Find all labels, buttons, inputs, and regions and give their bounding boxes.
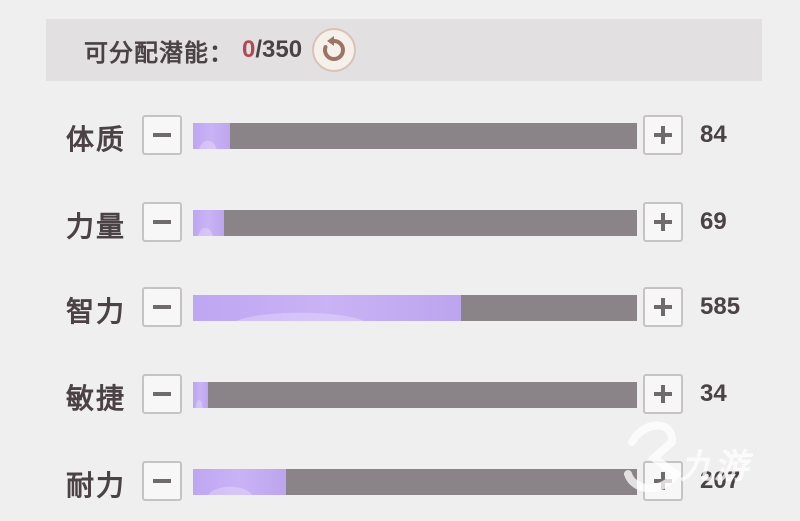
stat-row-endurance: 耐力 207 [0,459,800,505]
stat-name: 体质 [66,124,127,155]
plus-icon [654,385,672,403]
stat-bar [193,382,637,408]
stat-value: 34 [700,380,727,407]
potential-current: 0 [242,36,256,63]
stat-value: 84 [700,121,727,148]
stat-bar-fill [193,295,461,321]
stat-row-constitution: 体质 84 [0,113,800,159]
increase-button[interactable] [643,461,683,501]
decrease-button[interactable] [142,287,182,327]
plus-icon [654,213,672,231]
stat-bar [193,123,637,149]
increase-button[interactable] [643,374,683,414]
decrease-button[interactable] [142,461,182,501]
stat-bar [193,295,637,321]
stat-bar [193,210,637,236]
increase-button[interactable] [643,115,683,155]
stat-name: 力量 [66,211,127,242]
decrease-button[interactable] [142,115,182,155]
plus-icon [654,298,672,316]
stat-bar [193,469,637,495]
reset-button[interactable] [312,28,357,72]
potential-header: 可分配潜能： 0/350 [46,19,762,81]
minus-icon [153,220,171,224]
reset-arrow-icon [323,36,346,61]
stat-bar-fill [193,382,209,408]
stat-name: 耐力 [66,470,127,501]
plus-icon [654,126,672,144]
minus-icon [153,133,171,137]
plus-icon [654,472,672,490]
potential-counter: 0/350 [242,36,302,64]
potential-label: 可分配潜能： [84,39,234,67]
stat-row-strength: 力量 69 [0,200,800,246]
stat-name: 智力 [66,296,127,327]
stat-value: 585 [700,293,741,320]
minus-icon [153,305,171,309]
stat-row-intelligence: 智力 585 [0,285,800,331]
stat-bar-fill [193,123,231,149]
decrease-button[interactable] [142,374,182,414]
stat-value: 69 [700,208,727,235]
decrease-button[interactable] [142,202,182,242]
stat-bar-fill [193,469,287,495]
stat-row-agility: 敏捷 34 [0,372,800,418]
minus-icon [153,392,171,396]
potential-total: 350 [262,36,303,63]
minus-icon [153,479,171,483]
stat-name: 敏捷 [66,383,127,414]
increase-button[interactable] [643,287,683,327]
stat-value: 207 [700,467,741,494]
increase-button[interactable] [643,202,683,242]
stat-bar-fill [193,210,224,236]
